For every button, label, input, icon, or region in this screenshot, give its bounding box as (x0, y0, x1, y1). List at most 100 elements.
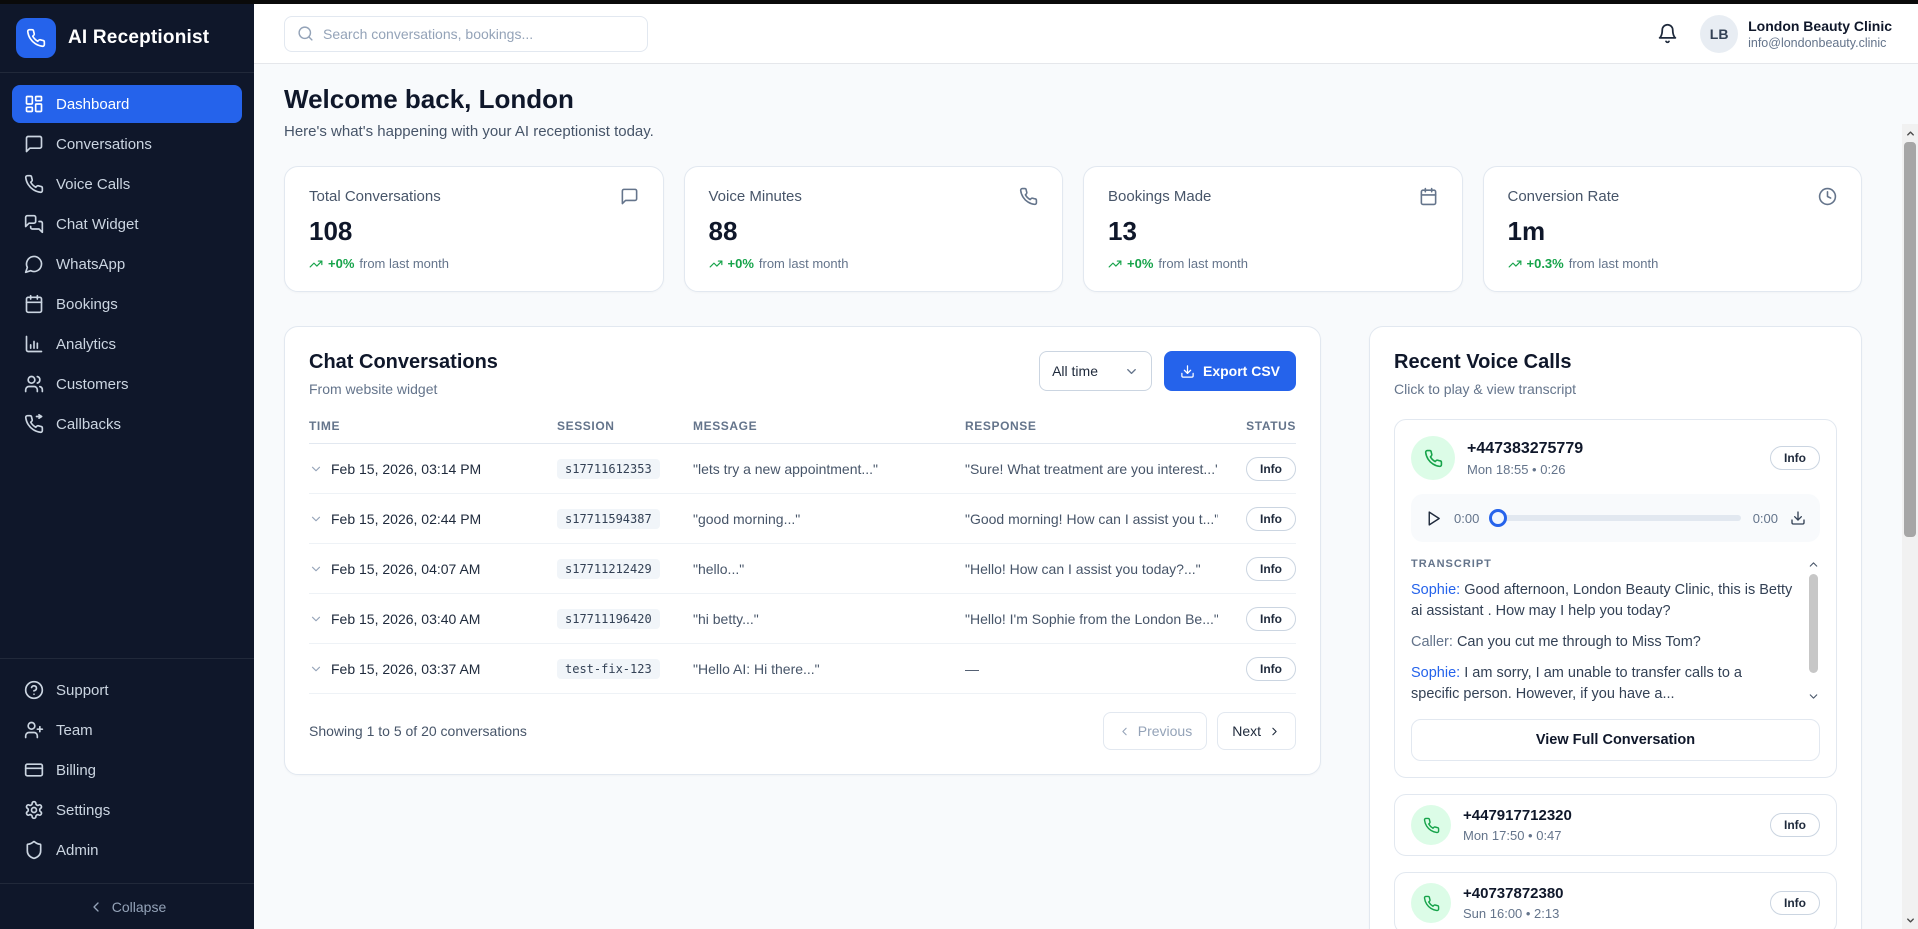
voice-call-card-expanded[interactable]: +447383275779 Mon 18:55 • 0:26 Info 0:00… (1394, 419, 1837, 778)
sidebar-item-bookings[interactable]: Bookings (12, 285, 242, 323)
sidebar-item-label: Bookings (56, 296, 118, 313)
sidebar-item-team[interactable]: Team (12, 711, 242, 749)
sidebar-item-admin[interactable]: Admin (12, 831, 242, 869)
row-message: "good morning..." (693, 511, 965, 527)
sidebar-item-billing[interactable]: Billing (12, 751, 242, 789)
panels-row: Chat Conversations From website widget A… (284, 326, 1862, 929)
stat-label: Total Conversations (309, 188, 441, 205)
row-message: "hello..." (693, 561, 965, 577)
transcript-speaker: Caller: (1411, 634, 1453, 650)
calendar-icon (1419, 187, 1438, 206)
view-full-conversation-button[interactable]: View Full Conversation (1411, 719, 1820, 761)
trending-up-icon (1108, 257, 1122, 271)
table-row[interactable]: Feb 15, 2026, 04:07 AM s17711212429 "hel… (309, 544, 1296, 594)
chevron-down-icon[interactable] (309, 512, 323, 526)
scrollbar-thumb[interactable] (1904, 142, 1916, 537)
search-box[interactable] (284, 16, 648, 52)
info-badge[interactable]: Info (1770, 813, 1820, 837)
session-badge: s17711612353 (557, 459, 660, 479)
table-row[interactable]: Feb 15, 2026, 03:40 AM s17711196420 "hi … (309, 594, 1296, 644)
table-row[interactable]: Feb 15, 2026, 02:44 PM s17711594387 "goo… (309, 494, 1296, 544)
sidebar-item-support[interactable]: Support (12, 671, 242, 709)
stat-change: +0% (328, 256, 354, 271)
info-badge[interactable]: Info (1246, 607, 1296, 631)
chevron-down-icon[interactable] (309, 462, 323, 476)
bell-icon[interactable] (1657, 23, 1678, 44)
stat-change: +0% (728, 256, 754, 271)
audio-player: 0:00 0:00 (1411, 494, 1820, 542)
voice-call-card[interactable]: +447917712320 Mon 17:50 • 0:47 Info (1394, 794, 1837, 856)
table-row[interactable]: Feb 15, 2026, 03:14 PM s17711612353 "let… (309, 444, 1296, 494)
row-time: Feb 15, 2026, 02:44 PM (331, 511, 481, 527)
transcript-scrollbar[interactable] (1807, 558, 1820, 703)
chevron-down-icon[interactable] (309, 612, 323, 626)
search-input[interactable] (323, 26, 635, 42)
stat-label: Voice Minutes (709, 188, 802, 205)
time-filter-select[interactable]: All time (1039, 351, 1152, 391)
stat-change: +0% (1127, 256, 1153, 271)
row-response: "Good morning! How can I assist you t...… (965, 511, 1218, 527)
sidebar-item-label: Team (56, 722, 93, 739)
info-badge[interactable]: Info (1246, 657, 1296, 681)
info-badge[interactable]: Info (1246, 457, 1296, 481)
next-label: Next (1232, 723, 1261, 739)
sidebar-item-label: Conversations (56, 136, 152, 153)
call-meta: Mon 17:50 • 0:47 (1463, 828, 1758, 843)
sidebar-item-conversations[interactable]: Conversations (12, 125, 242, 163)
stat-change: +0.3% (1527, 256, 1564, 271)
chevron-down-icon[interactable] (1807, 690, 1820, 703)
page-scrollbar[interactable] (1902, 124, 1918, 929)
stat-change-suffix: from last month (1569, 256, 1659, 271)
scrollbar-down-arrow[interactable] (1902, 913, 1918, 927)
message-circle-icon (24, 254, 44, 274)
info-badge[interactable]: Info (1246, 557, 1296, 581)
player-slider-thumb[interactable] (1489, 509, 1507, 527)
stat-value: 108 (309, 216, 639, 247)
phone-icon (1411, 436, 1455, 480)
chevron-down-icon[interactable] (309, 562, 323, 576)
phone-callback-icon (24, 414, 44, 434)
player-seek-slider[interactable] (1491, 515, 1740, 521)
row-response: "Sure! What treatment are you interest..… (965, 461, 1218, 477)
session-badge: s17711196420 (557, 609, 660, 629)
sidebar-item-voice-calls[interactable]: Voice Calls (12, 165, 242, 203)
page-content: Welcome back, London Here's what's happe… (254, 64, 1918, 929)
user-menu[interactable]: LB London Beauty Clinic info@londonbeaut… (1700, 15, 1892, 53)
chevron-left-icon (1118, 725, 1131, 738)
chevron-up-icon[interactable] (1807, 558, 1820, 571)
sidebar-item-label: Settings (56, 802, 110, 819)
info-badge[interactable]: Info (1770, 891, 1820, 915)
sidebar-collapse-button[interactable]: Collapse (0, 883, 254, 929)
player-current-time: 0:00 (1454, 511, 1479, 526)
download-icon (1180, 364, 1195, 379)
sidebar-item-callbacks[interactable]: Callbacks (12, 405, 242, 443)
phone-icon (24, 174, 44, 194)
table-row[interactable]: Feb 15, 2026, 03:37 AM test-fix-123 "Hel… (309, 644, 1296, 694)
app-logo-row: AI Receptionist (0, 4, 254, 73)
download-icon[interactable] (1790, 510, 1806, 526)
column-header-session: SESSION (557, 419, 693, 433)
chevron-down-icon[interactable] (309, 662, 323, 676)
scrollbar-up-arrow[interactable] (1902, 126, 1918, 140)
sidebar-item-whatsapp[interactable]: WhatsApp (12, 245, 242, 283)
next-page-button[interactable]: Next (1217, 712, 1296, 750)
sidebar-item-settings[interactable]: Settings (12, 791, 242, 829)
export-csv-button[interactable]: Export CSV (1164, 351, 1296, 391)
sidebar-item-analytics[interactable]: Analytics (12, 325, 242, 363)
sidebar-item-customers[interactable]: Customers (12, 365, 242, 403)
stat-change-suffix: from last month (1158, 256, 1248, 271)
info-badge[interactable]: Info (1770, 446, 1820, 470)
sidebar-item-dashboard[interactable]: Dashboard (12, 85, 242, 123)
play-icon[interactable] (1425, 510, 1442, 527)
column-header-message: MESSAGE (693, 419, 965, 433)
info-badge[interactable]: Info (1246, 507, 1296, 531)
transcript-speaker: Sophie: (1411, 582, 1460, 598)
previous-page-button[interactable]: Previous (1103, 712, 1207, 750)
voice-call-card[interactable]: +40737872380 Sun 16:00 • 2:13 Info (1394, 872, 1837, 929)
main-area: LB London Beauty Clinic info@londonbeaut… (254, 4, 1918, 929)
transcript-scrollbar-thumb[interactable] (1809, 574, 1818, 673)
sidebar-item-label: Dashboard (56, 96, 129, 113)
row-time: Feb 15, 2026, 04:07 AM (331, 561, 480, 577)
sidebar-item-label: Billing (56, 762, 96, 779)
sidebar-item-chat-widget[interactable]: Chat Widget (12, 205, 242, 243)
